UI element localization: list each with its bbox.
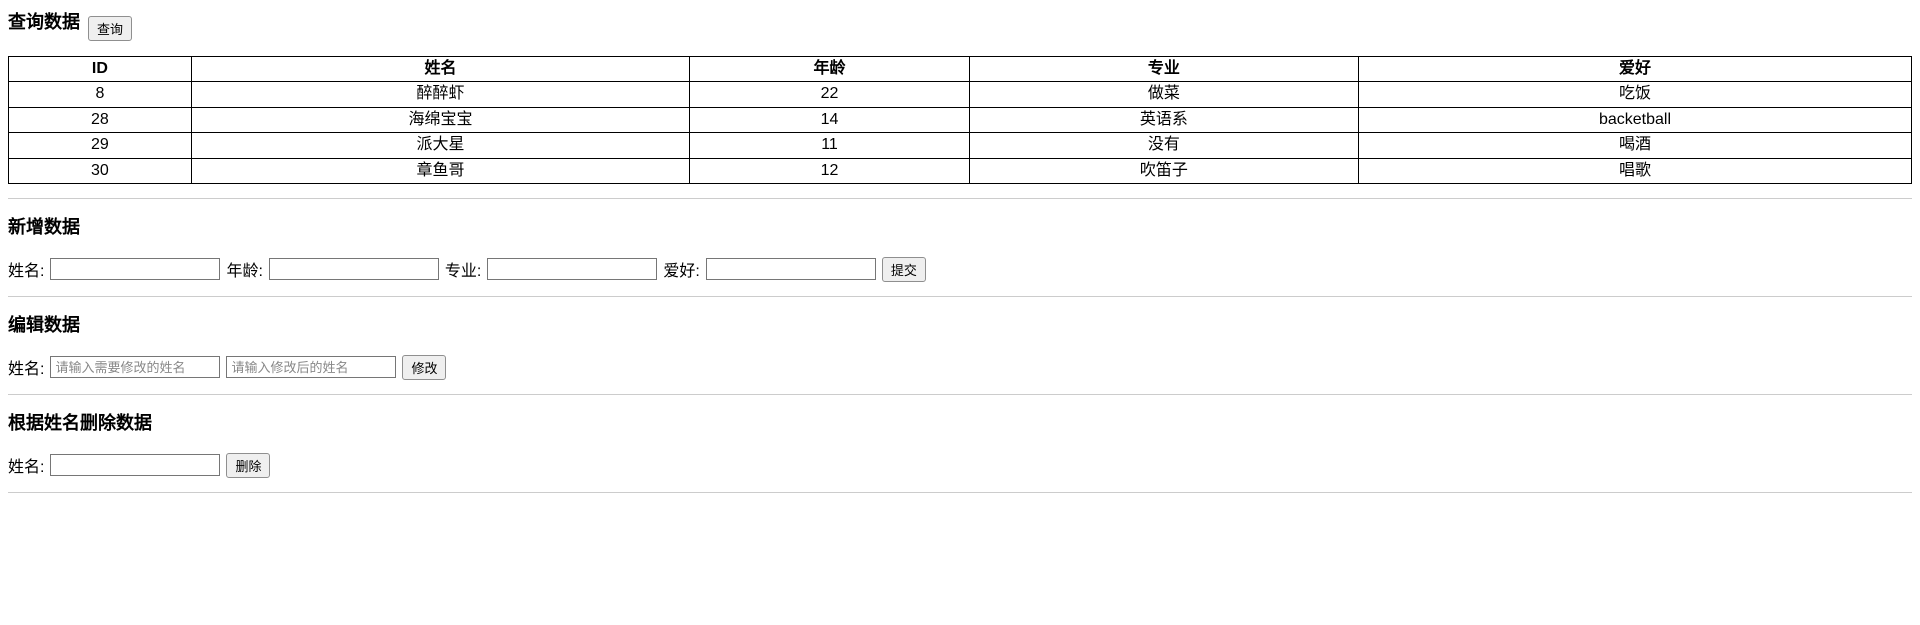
table-cell: 30 bbox=[9, 158, 192, 183]
table-header-cell: 年龄 bbox=[690, 57, 970, 82]
table-cell: 28 bbox=[9, 107, 192, 132]
add-section: 新增数据 姓名: 年龄: 专业: 爱好: 提交 bbox=[8, 213, 1912, 282]
table-row: 28海绵宝宝14英语系backetball bbox=[9, 107, 1912, 132]
table-cell: 海绵宝宝 bbox=[191, 107, 689, 132]
table-header-cell: 姓名 bbox=[191, 57, 689, 82]
table-cell: 唱歌 bbox=[1358, 158, 1911, 183]
query-section: 查询数据 查询 ID姓名年龄专业爱好 8醉醉虾22做菜吃饭28海绵宝宝14英语系… bbox=[8, 8, 1912, 184]
table-cell: 29 bbox=[9, 133, 192, 158]
divider bbox=[8, 198, 1912, 199]
table-cell: 11 bbox=[690, 133, 970, 158]
add-title: 新增数据 bbox=[8, 213, 1912, 239]
add-age-input[interactable] bbox=[269, 258, 439, 280]
table-cell: 8 bbox=[9, 82, 192, 107]
add-name-label: 姓名: bbox=[8, 257, 44, 281]
table-row: 8醉醉虾22做菜吃饭 bbox=[9, 82, 1912, 107]
table-cell: 章鱼哥 bbox=[191, 158, 689, 183]
delete-section: 根据姓名删除数据 姓名: 删除 bbox=[8, 409, 1912, 478]
add-name-input[interactable] bbox=[50, 258, 220, 280]
add-major-input[interactable] bbox=[487, 258, 657, 280]
delete-title: 根据姓名删除数据 bbox=[8, 409, 1912, 435]
add-hobby-label: 爱好: bbox=[663, 257, 699, 281]
table-cell: 喝酒 bbox=[1358, 133, 1911, 158]
table-cell: 22 bbox=[690, 82, 970, 107]
table-cell: 12 bbox=[690, 158, 970, 183]
edit-name-label: 姓名: bbox=[8, 355, 44, 379]
add-submit-button[interactable]: 提交 bbox=[882, 257, 926, 282]
data-table: ID姓名年龄专业爱好 8醉醉虾22做菜吃饭28海绵宝宝14英语系backetba… bbox=[8, 56, 1912, 184]
table-cell: 醉醉虾 bbox=[191, 82, 689, 107]
divider bbox=[8, 394, 1912, 395]
table-row: 29派大星11没有喝酒 bbox=[9, 133, 1912, 158]
table-header-cell: 爱好 bbox=[1358, 57, 1911, 82]
table-header-row: ID姓名年龄专业爱好 bbox=[9, 57, 1912, 82]
table-header-cell: ID bbox=[9, 57, 192, 82]
delete-name-label: 姓名: bbox=[8, 453, 44, 477]
table-cell: 做菜 bbox=[969, 82, 1358, 107]
table-body: 8醉醉虾22做菜吃饭28海绵宝宝14英语系backetball29派大星11没有… bbox=[9, 82, 1912, 184]
delete-name-input[interactable] bbox=[50, 454, 220, 476]
add-age-label: 年龄: bbox=[226, 257, 262, 281]
table-cell: 派大星 bbox=[191, 133, 689, 158]
query-title: 查询数据 bbox=[8, 8, 80, 34]
divider bbox=[8, 296, 1912, 297]
table-cell: 吃饭 bbox=[1358, 82, 1911, 107]
divider bbox=[8, 492, 1912, 493]
edit-new-name-input[interactable] bbox=[226, 356, 396, 378]
table-cell: 英语系 bbox=[969, 107, 1358, 132]
table-cell: 14 bbox=[690, 107, 970, 132]
edit-old-name-input[interactable] bbox=[50, 356, 220, 378]
add-major-label: 专业: bbox=[445, 257, 481, 281]
edit-section: 编辑数据 姓名: 修改 bbox=[8, 311, 1912, 380]
table-row: 30章鱼哥12吹笛子唱歌 bbox=[9, 158, 1912, 183]
add-hobby-input[interactable] bbox=[706, 258, 876, 280]
table-cell: 没有 bbox=[969, 133, 1358, 158]
edit-submit-button[interactable]: 修改 bbox=[402, 355, 446, 380]
delete-submit-button[interactable]: 删除 bbox=[226, 453, 270, 478]
query-button[interactable]: 查询 bbox=[88, 16, 132, 41]
table-cell: backetball bbox=[1358, 107, 1911, 132]
table-header-cell: 专业 bbox=[969, 57, 1358, 82]
table-cell: 吹笛子 bbox=[969, 158, 1358, 183]
edit-title: 编辑数据 bbox=[8, 311, 1912, 337]
